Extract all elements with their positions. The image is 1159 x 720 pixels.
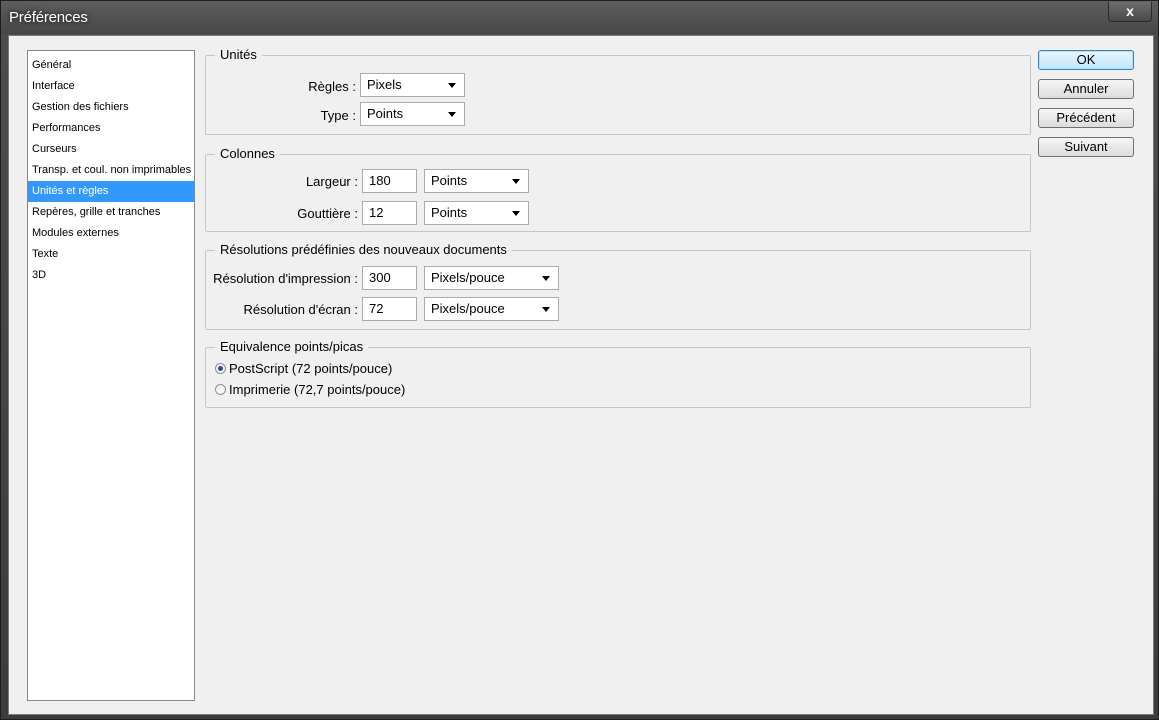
gutter-input[interactable]: 12 <box>362 201 417 225</box>
sidebar-item-3d[interactable]: 3D <box>28 265 194 286</box>
postscript-label: PostScript (72 points/pouce) <box>229 361 393 376</box>
sidebar-item-units-rulers[interactable]: Unités et règles <box>28 181 194 202</box>
traditional-option[interactable]: Imprimerie (72,7 points/pouce) <box>215 382 405 397</box>
rulers-select[interactable]: Pixels <box>360 73 465 97</box>
chevron-down-icon <box>542 307 550 312</box>
units-legend: Unités <box>215 47 262 62</box>
title-bar[interactable]: Préférences x <box>1 1 1158 34</box>
dialog-client-area: Général Interface Gestion des fichiers P… <box>8 35 1154 715</box>
chevron-down-icon <box>512 179 520 184</box>
columns-legend: Colonnes <box>215 146 280 161</box>
resolutions-group: Résolutions prédéfinies des nouveaux doc… <box>205 242 1031 330</box>
resolutions-legend: Résolutions prédéfinies des nouveaux doc… <box>215 242 512 257</box>
sidebar-item-interface[interactable]: Interface <box>28 76 194 97</box>
rulers-label: Règles : <box>308 79 356 94</box>
type-label: Type : <box>320 108 356 123</box>
print-resolution-label: Résolution d'impression : <box>213 271 358 286</box>
width-label: Largeur : <box>305 174 358 189</box>
screen-resolution-unit-select[interactable]: Pixels/pouce <box>424 297 559 321</box>
chevron-down-icon <box>448 83 456 88</box>
sidebar-item-cursors[interactable]: Curseurs <box>28 139 194 160</box>
print-resolution-unit: Pixels/pouce <box>431 270 505 285</box>
screen-resolution-label: Résolution d'écran : <box>243 302 359 317</box>
sidebar-item-file-handling[interactable]: Gestion des fichiers <box>28 97 194 118</box>
traditional-radio[interactable] <box>215 384 226 395</box>
print-resolution-input[interactable]: 300 <box>362 266 417 290</box>
cancel-button[interactable]: Annuler <box>1038 79 1134 99</box>
sidebar-item-transparency-gamut[interactable]: Transp. et coul. non imprimables <box>28 160 194 181</box>
print-resolution-unit-select[interactable]: Pixels/pouce <box>424 266 559 290</box>
category-list: Général Interface Gestion des fichiers P… <box>27 50 195 701</box>
close-button[interactable]: x <box>1108 2 1152 22</box>
columns-group: Colonnes Largeur : 180 Points Gouttière … <box>205 146 1031 232</box>
sidebar-item-performance[interactable]: Performances <box>28 118 194 139</box>
chevron-down-icon <box>512 211 520 216</box>
next-button[interactable]: Suivant <box>1038 137 1134 157</box>
print-resolution-value: 300 <box>369 270 391 285</box>
column-width-value: 180 <box>369 173 391 188</box>
gutter-unit-select[interactable]: Points <box>424 201 529 225</box>
sidebar-item-general[interactable]: Général <box>28 55 194 76</box>
sidebar-item-type[interactable]: Texte <box>28 244 194 265</box>
gutter-label: Gouttière : <box>297 206 358 221</box>
column-width-unit-select[interactable]: Points <box>424 169 529 193</box>
close-icon: x <box>1126 3 1134 19</box>
preferences-window: Préférences x Général Interface Gestion … <box>0 0 1159 720</box>
type-select[interactable]: Points <box>360 102 465 126</box>
gutter-unit: Points <box>431 205 468 220</box>
sidebar-item-plugins[interactable]: Modules externes <box>28 223 194 244</box>
window-title: Préférences <box>9 9 88 26</box>
traditional-label: Imprimerie (72,7 points/pouce) <box>229 382 406 397</box>
column-width-input[interactable]: 180 <box>362 169 417 193</box>
picas-legend: Equivalence points/picas <box>215 339 369 354</box>
previous-button[interactable]: Précédent <box>1038 108 1134 128</box>
sidebar-item-guides-grid-slices[interactable]: Repères, grille et tranches <box>28 202 194 223</box>
ok-button[interactable]: OK <box>1038 50 1134 70</box>
gutter-value: 12 <box>369 205 384 220</box>
screen-resolution-input[interactable]: 72 <box>362 297 417 321</box>
postscript-option[interactable]: PostScript (72 points/pouce) <box>215 361 392 376</box>
postscript-radio[interactable] <box>215 363 226 374</box>
chevron-down-icon <box>542 276 550 281</box>
picas-group: Equivalence points/picas PostScript (72 … <box>205 339 1031 408</box>
type-value: Points <box>367 106 404 121</box>
column-width-unit: Points <box>431 173 468 188</box>
chevron-down-icon <box>448 112 456 117</box>
units-group: Unités Règles : Pixels Type : Points <box>205 47 1031 135</box>
rulers-value: Pixels <box>367 77 402 92</box>
screen-resolution-unit: Pixels/pouce <box>431 301 505 316</box>
screen-resolution-value: 72 <box>369 301 384 316</box>
